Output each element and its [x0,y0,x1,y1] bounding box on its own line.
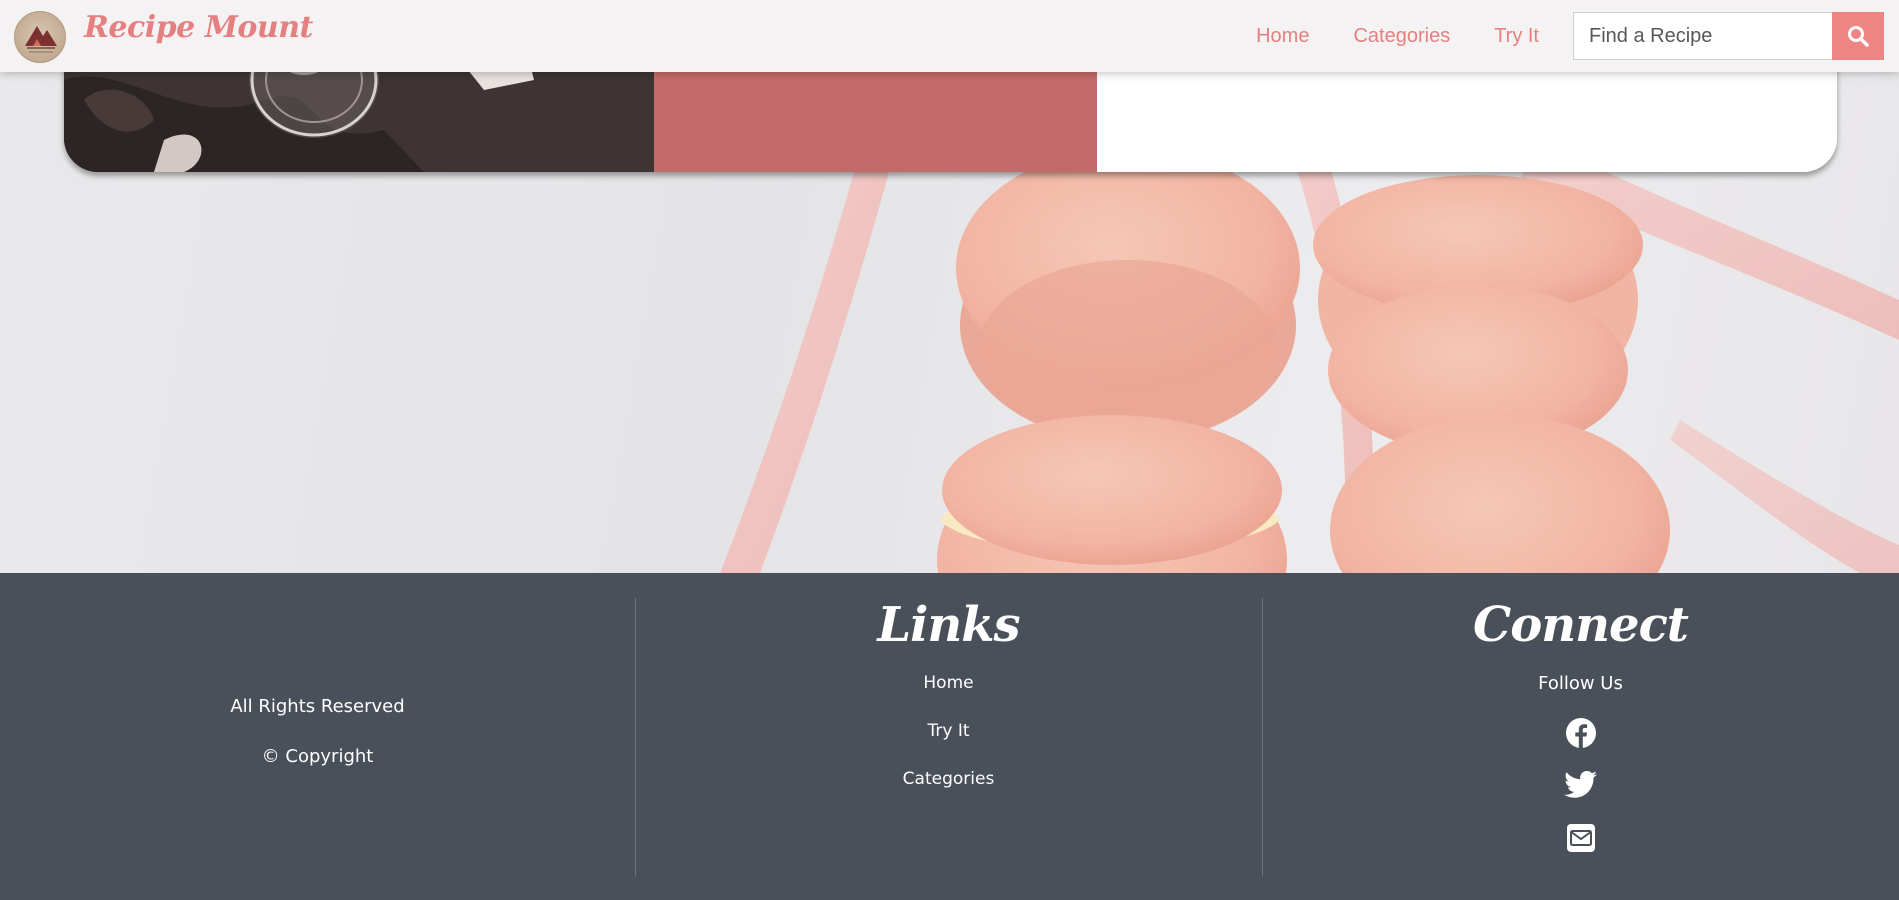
envelope-icon[interactable] [1566,824,1595,856]
rights-text: All Rights Reserved [230,696,405,717]
follow-us-label: Follow Us [1538,673,1623,694]
search-input[interactable] [1573,12,1832,60]
navbar: Recipe Mount Home Categories Try It [0,0,1899,72]
copyright-text: © Copyright [261,746,374,767]
search-icon [1848,26,1869,47]
nav-link-categories[interactable]: Categories [1353,25,1450,48]
twitter-icon[interactable] [1563,771,1598,803]
footer: All Rights Reserved © Copyright Links Ho… [0,573,1899,900]
footer-link-try-it[interactable]: Try It [635,721,1262,741]
brand-title[interactable]: Recipe Mount [84,10,313,45]
footer-links-column: Links Home Try It Categories [635,573,1262,900]
nav-link-home[interactable]: Home [1256,25,1309,48]
footer-link-categories[interactable]: Categories [635,769,1262,789]
nav-link-try-it[interactable]: Try It [1494,25,1539,48]
facebook-icon[interactable] [1565,717,1597,753]
nav-links: Home Categories Try It [1212,0,1539,72]
search-form [1573,12,1884,60]
search-button[interactable] [1832,12,1884,60]
footer-link-home[interactable]: Home [635,673,1262,693]
brand-logo[interactable] [14,11,66,63]
mountain-logo-icon [25,26,57,53]
connect-heading: Connect [1473,597,1689,653]
footer-connect-column: Connect Follow Us [1262,573,1899,900]
footer-copyright-column: All Rights Reserved © Copyright [0,573,635,900]
links-heading: Links [877,597,1020,653]
